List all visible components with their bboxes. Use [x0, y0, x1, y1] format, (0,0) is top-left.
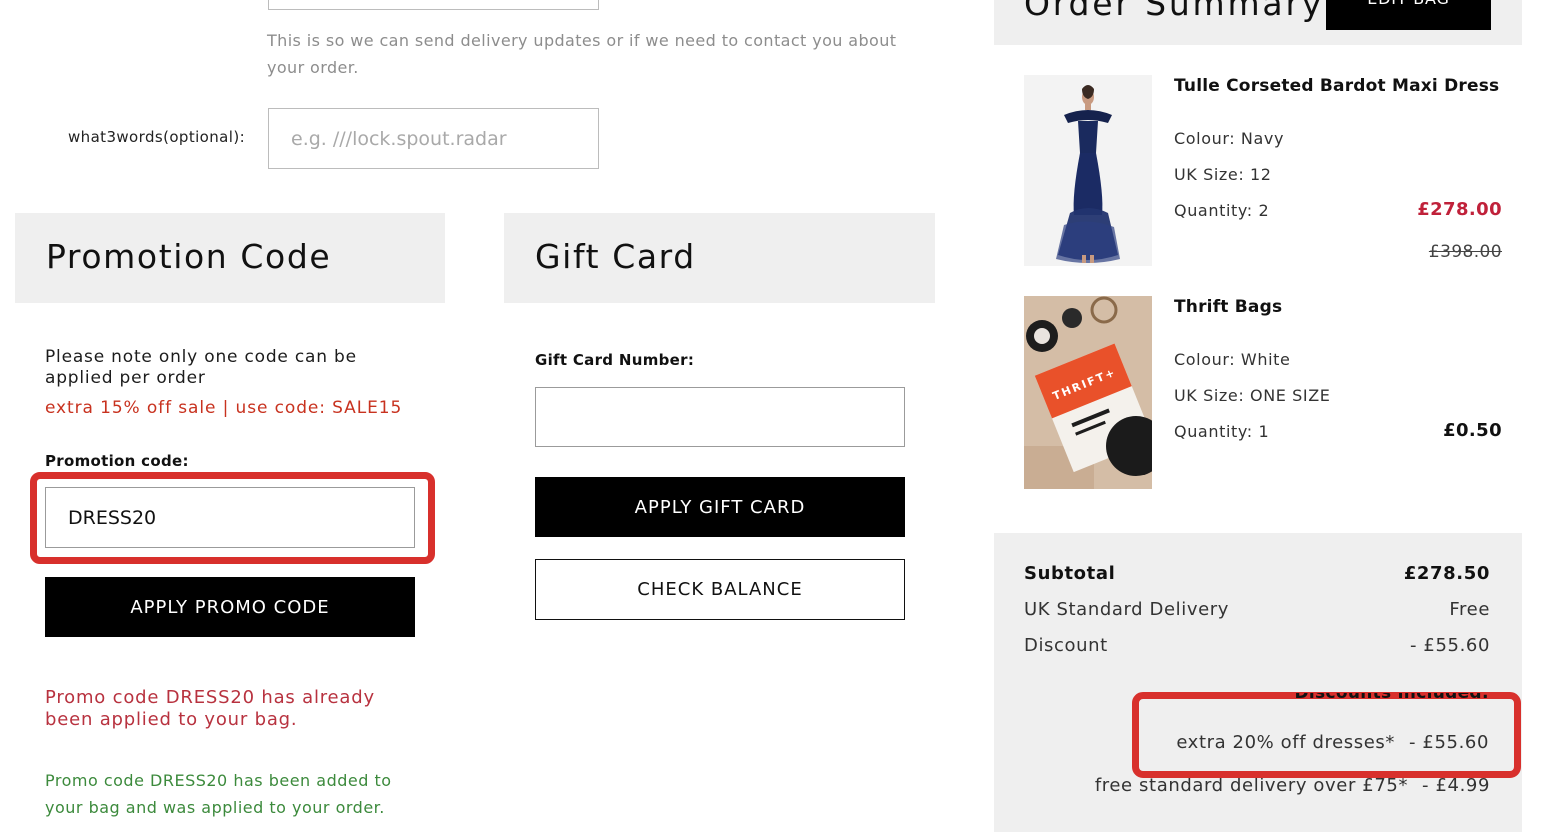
phone-note: This is so we can send delivery updates …: [267, 31, 897, 77]
discount-item-2: free standard delivery over £75* - £4.99: [1095, 775, 1490, 796]
promotion-code-input[interactable]: [45, 487, 415, 548]
promo-error-message: Promo code DRESS20 has already been appl…: [45, 687, 375, 730]
item-1-original-price: £398.00: [1428, 242, 1502, 262]
item-2-price: £0.50: [1443, 420, 1502, 441]
subtotal-row: Subtotal £278.50: [1024, 563, 1490, 584]
discount-label: Discount: [1024, 635, 1108, 656]
item-2-size: UK Size: ONE SIZE: [1174, 386, 1331, 405]
promotion-code-title: Promotion Code: [46, 237, 332, 276]
apply-gift-card-button[interactable]: APPLY GIFT CARD: [535, 477, 905, 537]
item-1-colour: Colour: Navy: [1174, 129, 1285, 148]
delivery-label: UK Standard Delivery: [1024, 599, 1230, 620]
order-summary-header: Order Summary EDIT BAG: [994, 0, 1522, 45]
discount-item-2-amount: - £4.99: [1422, 775, 1490, 796]
item-2-quantity: Quantity: 1: [1174, 422, 1270, 441]
edit-bag-label: EDIT BAG: [1326, 0, 1491, 8]
subtotal-label: Subtotal: [1024, 563, 1116, 584]
delivery-value: Free: [1449, 599, 1490, 620]
item-1-name[interactable]: Tulle Corseted Bardot Maxi Dress: [1174, 76, 1499, 96]
discount-row: Discount - £55.60: [1024, 635, 1490, 656]
promotion-note: Please note only one code can be applied…: [45, 347, 357, 388]
promotion-code-header: Promotion Code: [15, 213, 445, 303]
order-summary-title: Order Summary: [1024, 0, 1325, 23]
item-1-size: UK Size: 12: [1174, 165, 1272, 184]
apply-promo-code-button[interactable]: APPLY PROMO CODE: [45, 577, 415, 637]
phone-input[interactable]: [268, 0, 599, 10]
gift-card-header: Gift Card: [504, 213, 935, 303]
item-2-name[interactable]: Thrift Bags: [1174, 297, 1282, 317]
check-balance-button[interactable]: CHECK BALANCE: [535, 559, 905, 620]
gift-card-number-input[interactable]: [535, 387, 905, 447]
item-1-price: £278.00: [1417, 199, 1502, 220]
item-2-colour: Colour: White: [1174, 350, 1291, 369]
subtotal-value: £278.50: [1403, 563, 1490, 584]
delivery-row: UK Standard Delivery Free: [1024, 599, 1490, 620]
promotion-code-label: Promotion code:: [45, 452, 189, 470]
gift-card-number-label: Gift Card Number:: [535, 351, 695, 369]
edit-bag-button[interactable]: EDIT BAG: [1326, 0, 1491, 30]
order-totals-panel: Subtotal £278.50 UK Standard Delivery Fr…: [994, 533, 1522, 832]
discount-item-2-label: free standard delivery over £75*: [1094, 775, 1409, 796]
what3words-input[interactable]: [268, 108, 599, 169]
dress-product-image[interactable]: [1024, 75, 1152, 266]
what3words-label: what3words(optional):: [68, 128, 246, 146]
item-1-quantity: Quantity: 2: [1174, 201, 1270, 220]
thrift-bag-product-image[interactable]: THRIFT+: [1024, 296, 1152, 489]
promo-success-message: Promo code DRESS20 has been added to you…: [45, 771, 392, 817]
discount-value: - £55.60: [1410, 635, 1490, 656]
promotion-offer: extra 15% off sale | use code: SALE15: [45, 398, 403, 418]
gift-card-title: Gift Card: [535, 237, 696, 276]
